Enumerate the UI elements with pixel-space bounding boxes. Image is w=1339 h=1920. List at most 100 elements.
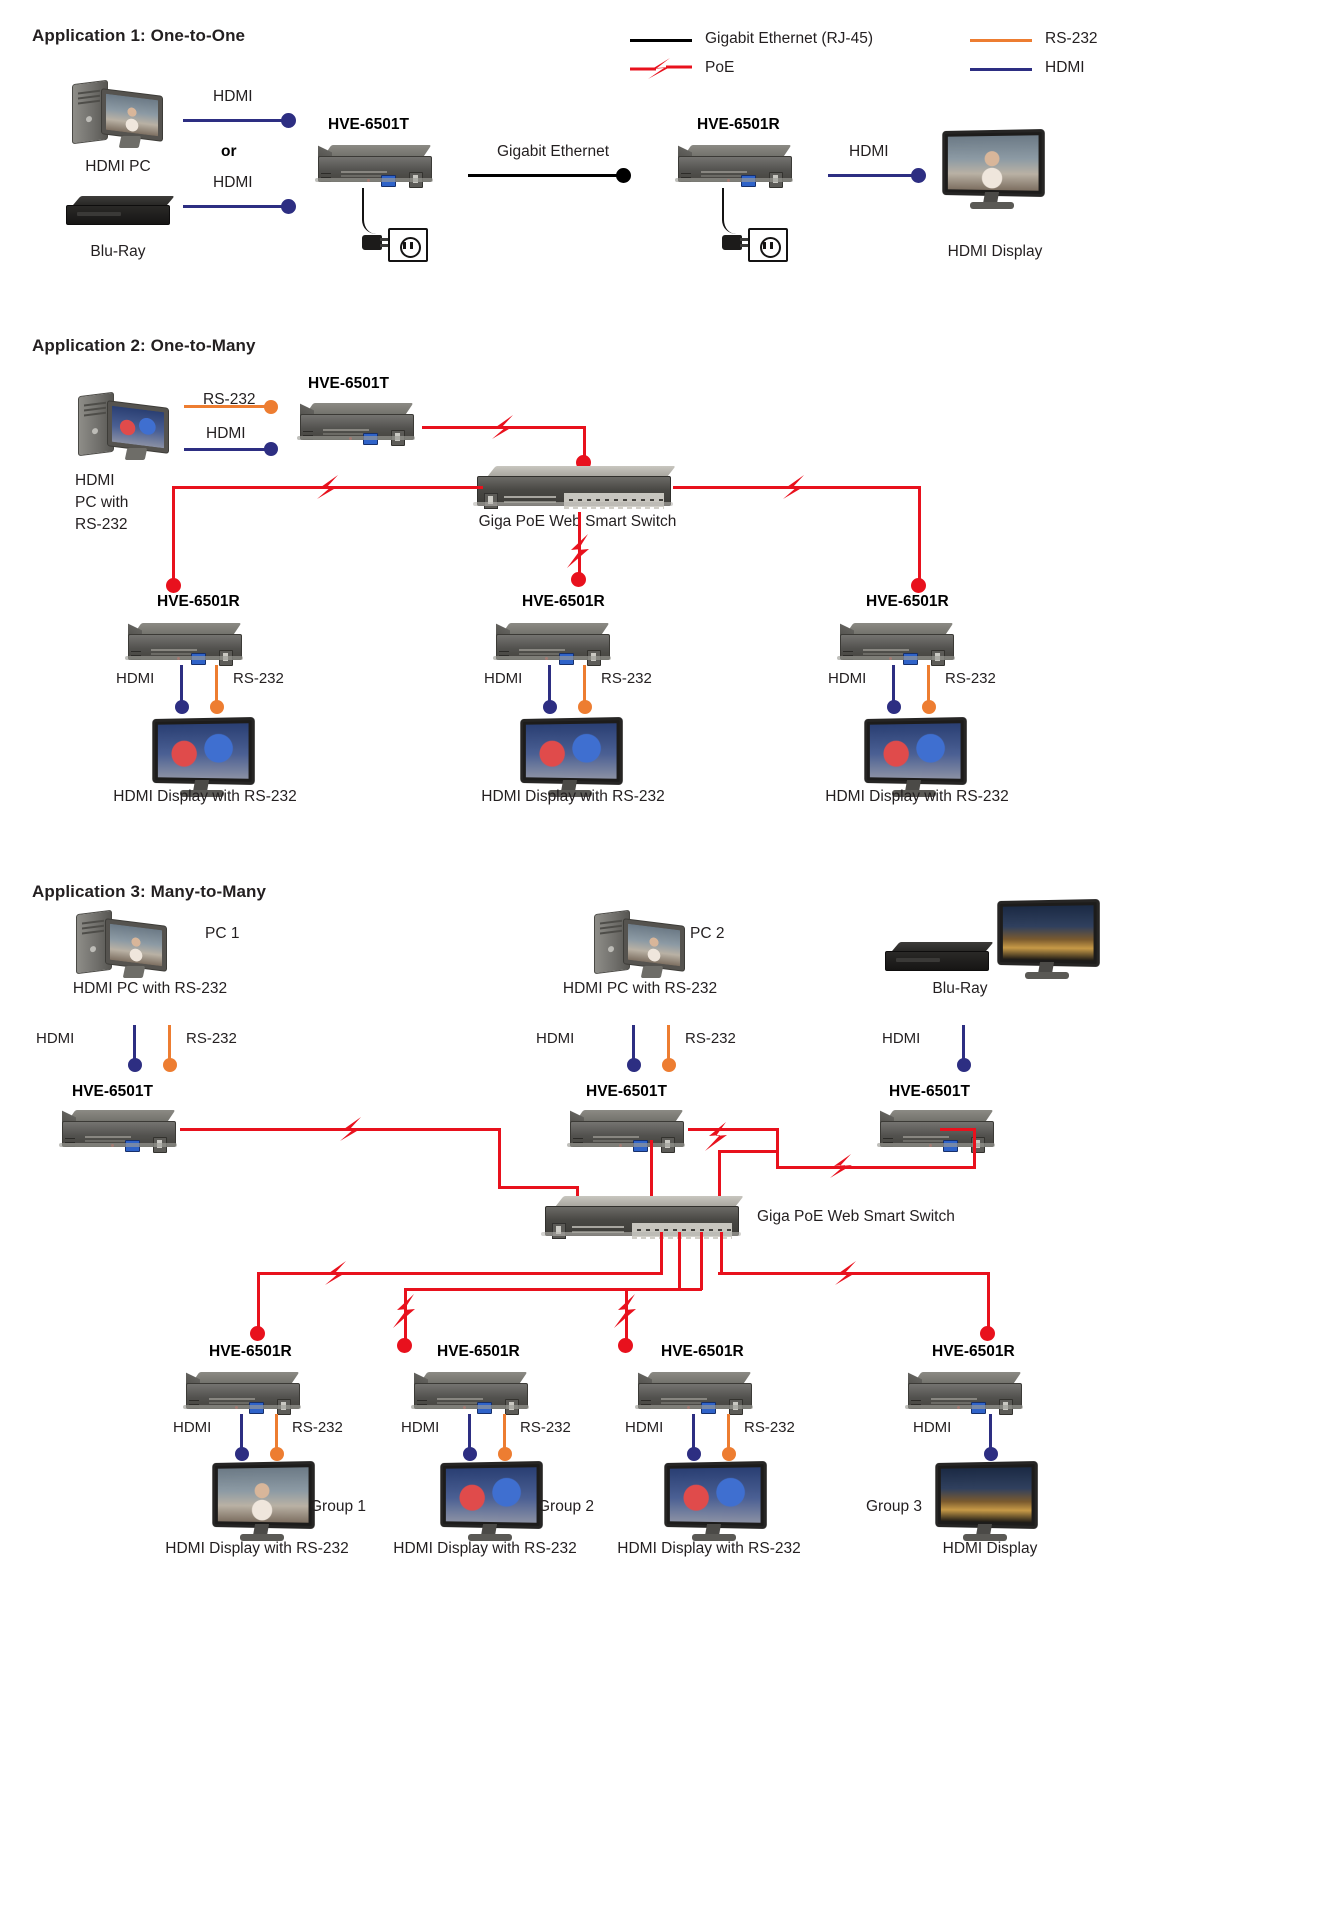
app2-poe-bolt-1-icon bbox=[492, 415, 514, 439]
app3-pc1-rs232-endpoint bbox=[163, 1058, 177, 1072]
app2-rs232-endpoint bbox=[264, 400, 278, 414]
app2-source-label-line3: RS-232 bbox=[75, 516, 128, 533]
app3-pc1-rs232-label: RS-232 bbox=[186, 1030, 237, 1047]
app2-receiver-3-rs232-endpoint bbox=[922, 700, 936, 714]
app3-tx2-device bbox=[567, 1110, 688, 1153]
app1-title: Application 1: One-to-One bbox=[32, 26, 246, 45]
app2-hdmi-endpoint bbox=[264, 442, 278, 456]
app1-hdmi-top-line bbox=[183, 119, 290, 122]
app2-transmitter-device bbox=[297, 403, 418, 446]
app2-display-1-label: HDMI Display with RS-232 bbox=[113, 788, 297, 805]
app2-receiver-3-rs232-label: RS-232 bbox=[945, 670, 996, 687]
app3-poe-bolt-uplink1-icon bbox=[340, 1117, 362, 1141]
app3-poe-bolt-down1-icon bbox=[325, 1261, 347, 1285]
app3-rx1-hdmi-endpoint bbox=[235, 1447, 249, 1461]
app3-display-3-icon bbox=[662, 1460, 770, 1546]
app3-rx2-rs232-endpoint bbox=[498, 1447, 512, 1461]
app3-bluray-hdmi-label: HDMI bbox=[882, 1030, 921, 1047]
app3-rx4-hdmi-endpoint bbox=[984, 1447, 998, 1461]
app2-poe-mid-endpoint bbox=[571, 572, 586, 587]
app2-source-label-line2: PC with bbox=[75, 494, 129, 511]
app2-receiver-1-rs232-label: RS-232 bbox=[233, 670, 284, 687]
app3-display-1-icon bbox=[210, 1460, 318, 1546]
app2-title: Application 2: One-to-Many bbox=[32, 336, 256, 355]
app2-rs232-line bbox=[184, 405, 272, 408]
app1-trunk-endpoint bbox=[616, 168, 631, 183]
app2-receiver-1-label: HVE-6501R bbox=[157, 593, 240, 610]
app1-hdmi-bottom-label: HDMI bbox=[213, 174, 253, 191]
app2-receiver-3-hdmi-endpoint bbox=[887, 700, 901, 714]
app3-uplink4-h bbox=[776, 1166, 976, 1169]
app1-transmitter-label: HVE-6501T bbox=[328, 116, 409, 133]
app3-display-2-label: HDMI Display with RS-232 bbox=[393, 1540, 577, 1557]
app3-pc1-caption: HDMI PC with RS-232 bbox=[72, 980, 228, 997]
legend-label-ethernet: Gigabit Ethernet (RJ-45) bbox=[705, 30, 873, 47]
app3-down4-drop bbox=[987, 1272, 990, 1334]
app3-rx2-label: HVE-6501R bbox=[437, 1343, 520, 1360]
app2-receiver-2-label: HVE-6501R bbox=[522, 593, 605, 610]
app3-uplink3-v bbox=[776, 1128, 779, 1168]
app3-poe-bolt-down2-icon bbox=[393, 1294, 415, 1328]
app3-rx3-hdmi-label: HDMI bbox=[625, 1419, 664, 1436]
app2-poe-bolt-right-icon bbox=[783, 475, 805, 499]
app3-rx1-device bbox=[183, 1372, 304, 1415]
app3-poe-bolt-uplink4-icon bbox=[830, 1154, 852, 1178]
app3-rx1-hdmi-label: HDMI bbox=[173, 1419, 212, 1436]
app2-source-pc-icon bbox=[74, 391, 174, 470]
app1-or-label: or bbox=[221, 143, 237, 160]
app2-receiver-1-device bbox=[125, 623, 246, 666]
app3-rx2-hdmi-endpoint bbox=[463, 1447, 477, 1461]
app3-rx4-device bbox=[905, 1372, 1026, 1415]
app1-rx-power-plug bbox=[722, 228, 796, 262]
app3-display-2-icon bbox=[438, 1460, 546, 1546]
app3-down2-v bbox=[678, 1232, 681, 1290]
app2-receiver-1-hdmi-label: HDMI bbox=[116, 670, 155, 687]
app1-bluray-label: Blu-Ray bbox=[90, 243, 146, 260]
app2-receiver-3-hdmi-label: HDMI bbox=[828, 670, 867, 687]
app3-pc1-hdmi-endpoint bbox=[128, 1058, 142, 1072]
app3-poe-bolt-uplink3-icon bbox=[705, 1122, 727, 1151]
app1-hdmi-top-label: HDMI bbox=[213, 88, 253, 105]
app3-title: Application 3: Many-to-Many bbox=[32, 882, 267, 901]
app3-tx2-label: HVE-6501T bbox=[586, 1083, 667, 1100]
app2-source-label-line1: HDMI bbox=[75, 472, 115, 489]
app3-poe-switch-device bbox=[541, 1196, 745, 1242]
app3-poe-bolt-down3-icon bbox=[614, 1294, 636, 1328]
app1-hdmi-out-label: HDMI bbox=[849, 143, 889, 160]
app3-pc2-badge: PC 2 bbox=[690, 925, 725, 942]
app3-rx1-label: HVE-6501R bbox=[209, 1343, 292, 1360]
app3-rx2-rs232-label: RS-232 bbox=[520, 1419, 571, 1436]
app3-down1-drop bbox=[257, 1272, 260, 1334]
app3-tx1-label: HVE-6501T bbox=[72, 1083, 153, 1100]
legend-label-poe: PoE bbox=[705, 59, 735, 76]
app3-bluray-hdmi-endpoint bbox=[957, 1058, 971, 1072]
app3-down3-v bbox=[700, 1232, 703, 1290]
app1-trunk-line bbox=[468, 174, 623, 177]
app3-rx2-device bbox=[411, 1372, 532, 1415]
app3-rx3-hdmi-endpoint bbox=[687, 1447, 701, 1461]
app3-switch-label: Giga PoE Web Smart Switch bbox=[757, 1208, 955, 1225]
app2-display-3-label: HDMI Display with RS-232 bbox=[825, 788, 1009, 805]
app1-hdmi-top-endpoint bbox=[281, 113, 296, 128]
app2-receiver-2-hdmi-label: HDMI bbox=[484, 670, 523, 687]
app2-poe-left-drop bbox=[172, 486, 175, 585]
app1-tx-power-outlet-icon bbox=[388, 228, 428, 262]
app1-transmitter-device bbox=[315, 145, 436, 188]
app3-tx1-device bbox=[59, 1110, 180, 1153]
legend-label-hdmi: HDMI bbox=[1045, 59, 1085, 76]
app2-receiver-1-hdmi-endpoint bbox=[175, 700, 189, 714]
app3-pc1-hdmi-label: HDMI bbox=[36, 1030, 75, 1047]
app1-hdmi-out-line bbox=[828, 174, 918, 177]
app1-receiver-label: HVE-6501R bbox=[697, 116, 780, 133]
app3-rx2-hdmi-label: HDMI bbox=[401, 1419, 440, 1436]
app3-tx3-label: HVE-6501T bbox=[889, 1083, 970, 1100]
app2-receiver-3-device bbox=[837, 623, 958, 666]
app2-receiver-2-device bbox=[493, 623, 614, 666]
app3-rx1-rs232-label: RS-232 bbox=[292, 1419, 343, 1436]
app1-hdmi-out-endpoint bbox=[911, 168, 926, 183]
app3-down4-endpoint bbox=[980, 1326, 995, 1341]
app3-rx4-label: HVE-6501R bbox=[932, 1343, 1015, 1360]
app2-display-2-label: HDMI Display with RS-232 bbox=[481, 788, 665, 805]
app1-display-label: HDMI Display bbox=[947, 243, 1043, 260]
app3-pc2-rs232-label: RS-232 bbox=[685, 1030, 736, 1047]
